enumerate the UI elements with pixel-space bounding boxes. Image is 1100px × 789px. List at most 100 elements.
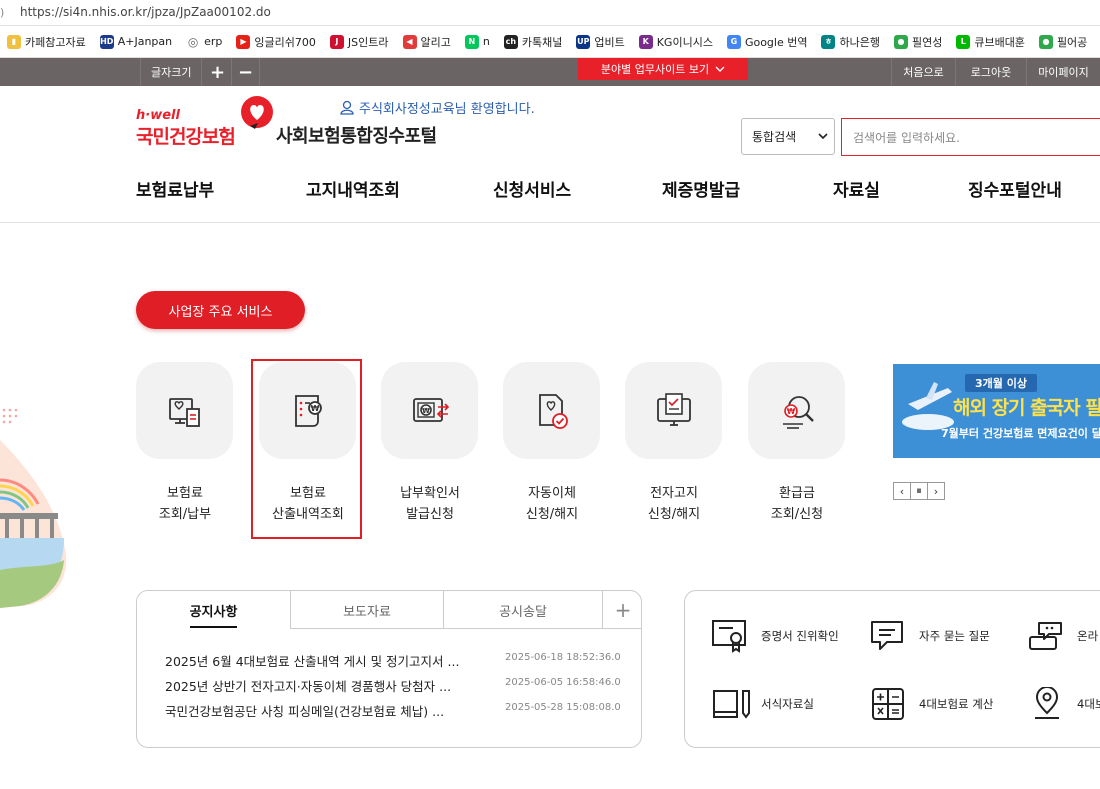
notice-row[interactable]: 2025년 상반기 전자고지·자동이체 경품행사 당첨자 ... 2025-06…: [165, 676, 635, 696]
online-consult-icon: [1029, 622, 1062, 650]
quicklink-forms[interactable]: 서식자료실: [711, 687, 814, 721]
chevron-down-icon: [818, 133, 828, 140]
svg-text:₩: ₩: [310, 404, 319, 413]
home-link[interactable]: 처음으로: [891, 58, 955, 86]
service-label-line2: 발급신청: [406, 507, 454, 522]
service-label[interactable]: 전자고지 신청/해지: [625, 483, 723, 525]
next-arrow-icon[interactable]: ›: [927, 482, 945, 500]
browser-address-bar[interactable]: ) https://si4n.nhis.or.kr/jpza/JpZaa0010…: [0, 0, 1100, 26]
banner-headline: 해외 장기 출국자 필: [953, 397, 1100, 419]
bookmark-item[interactable]: Nn: [458, 34, 497, 49]
bookmark-item[interactable]: ● 필어공: [1032, 34, 1094, 50]
service-payment-certificate[interactable]: ₩ 납부확인서발급신청: [381, 362, 479, 525]
service-icon-box[interactable]: ₩: [381, 362, 478, 459]
nav-archive[interactable]: 자료실: [833, 176, 880, 201]
tab-public-delivery[interactable]: 공시송달: [444, 591, 603, 629]
service-auto-transfer[interactable]: 자동이체 신청/해지: [503, 362, 601, 525]
notice-tabs: 공지사항 보도자료 공시송달 +: [137, 591, 641, 629]
notice-title[interactable]: 2025년 상반기 전자고지·자동이체 경품행사 당첨자 ...: [165, 676, 495, 695]
bookmark-item[interactable]: ▮ 카페참고자료: [0, 34, 93, 50]
more-plus-icon[interactable]: +: [603, 591, 641, 629]
bookmark-label: 카페참고자료: [25, 35, 86, 49]
address-url[interactable]: https://si4n.nhis.or.kr/jpza/JpZaa00102.…: [20, 5, 271, 19]
bookmark-item[interactable]: J JS인트라: [323, 34, 396, 50]
notice-row[interactable]: 2025년 6월 4대보험료 산출내역 게시 및 정기고지서 ... 2025-…: [165, 651, 635, 671]
service-icon-box[interactable]: [136, 362, 233, 459]
tab-notices-label: 공지사항: [189, 601, 238, 628]
notice-title[interactable]: 2025년 6월 4대보험료 산출내역 게시 및 정기고지서 ...: [165, 651, 495, 670]
service-label-line1: 보험료: [167, 486, 203, 501]
bookmark-item[interactable]: ㅎ 하나은행: [814, 34, 886, 50]
nav-notice-history[interactable]: 고지내역조회: [306, 176, 400, 201]
bookmark-item[interactable]: ch 카톡채널: [497, 34, 569, 50]
service-label[interactable]: 납부확인서발급신청: [381, 483, 479, 525]
quicklink-certificate-verify[interactable]: 증명서 진위확인: [711, 619, 839, 653]
pause-icon[interactable]: ⏸: [910, 482, 928, 500]
bookmark-item[interactable]: K KG이니시스: [632, 34, 720, 50]
bookmark-item[interactable]: HD A+Janpan: [93, 34, 179, 49]
nav-portal-guide[interactable]: 징수포털안내: [968, 176, 1062, 201]
quicklink-location[interactable]: 4대보: [1027, 687, 1100, 721]
bookmark-label: 카톡채널: [521, 35, 563, 49]
notice-row[interactable]: 국민건강보험공단 사칭 피싱메일(건강보험료 체납) ... 2025-05-2…: [165, 701, 635, 721]
e-notice-icon: [656, 392, 691, 426]
service-label-line1: 납부확인서: [400, 486, 460, 501]
quicklink-label: 4대보: [1077, 697, 1100, 711]
nav-application-service[interactable]: 신청서비스: [493, 176, 571, 201]
service-label[interactable]: 보험료 산출내역조회: [259, 483, 357, 525]
bookmark-item[interactable]: UP 업비트: [569, 34, 631, 50]
bookmark-item[interactable]: ◎전지: [1094, 34, 1100, 50]
search-input[interactable]: 검색어를 입력하세요.: [841, 118, 1100, 156]
portal-title: 사회보험통합징수포털: [276, 126, 437, 147]
tab-notices[interactable]: 공지사항: [137, 591, 291, 629]
font-decrease-button[interactable]: −: [232, 58, 260, 86]
folder-icon: ▮: [7, 34, 21, 49]
notice-title[interactable]: 국민건강보험공단 사칭 피싱메일(건강보험료 체납) ...: [165, 701, 495, 720]
bookmark-item[interactable]: ▶ 잉글리쉬700: [229, 34, 322, 50]
nav-certificate-issue[interactable]: 제증명발급: [662, 176, 740, 201]
service-label[interactable]: 환급금 조회/신청: [748, 483, 846, 525]
service-premium-inquiry[interactable]: 보험료 조회/납부: [136, 362, 234, 525]
bookmark-item[interactable]: G Google 번역: [720, 34, 815, 50]
prev-arrow-icon[interactable]: ‹: [893, 482, 911, 500]
bookmark-item[interactable]: L 큐브배대훈: [949, 34, 1032, 50]
business-services-button[interactable]: 사업장 주요 서비스: [136, 291, 305, 329]
service-icon-box[interactable]: [625, 362, 722, 459]
service-e-notice[interactable]: 전자고지 신청/해지: [625, 362, 723, 525]
bookmark-label: n: [482, 35, 490, 48]
form-book-icon: [713, 690, 750, 719]
service-calc-history[interactable]: ₩ 보험료 산출내역조회: [259, 362, 357, 525]
leaf-icon: ●: [1038, 34, 1053, 49]
auto-transfer-icon: [538, 393, 568, 429]
service-icon-box[interactable]: [503, 362, 600, 459]
hd-icon: HD: [99, 34, 114, 49]
search-type-value: 통합검색: [752, 130, 797, 144]
svg-text:₩: ₩: [422, 407, 430, 415]
bookmark-label: erp: [204, 35, 223, 48]
quicklink-online-consult[interactable]: 온라: [1027, 619, 1098, 653]
kg-icon: K: [638, 34, 653, 49]
font-increase-button[interactable]: +: [204, 58, 232, 86]
service-icon-box[interactable]: ₩: [259, 362, 356, 459]
bookmark-label: 필어공: [1056, 35, 1088, 49]
bookmark-item[interactable]: ◀ 알리고: [396, 34, 458, 50]
tab-press[interactable]: 보도자료: [291, 591, 444, 629]
mypage-link[interactable]: 마이페이지: [1026, 58, 1100, 86]
logout-link[interactable]: 로그아웃: [955, 58, 1026, 86]
nav-premium-payment[interactable]: 보험료납부: [136, 176, 214, 201]
bookmark-item[interactable]: ◎ erp: [179, 35, 229, 49]
upbit-icon: UP: [576, 34, 591, 49]
service-label[interactable]: 보험료 조회/납부: [136, 483, 234, 525]
search-type-select[interactable]: 통합검색: [741, 118, 835, 155]
bookmark-label: 업비트: [594, 35, 625, 49]
bookmark-item[interactable]: ● 필연성: [887, 34, 949, 50]
quicklink-premium-calc[interactable]: 4대보험료 계산: [869, 687, 993, 721]
service-icon-box[interactable]: ₩: [748, 362, 845, 459]
quicklink-faq[interactable]: 자주 묻는 질문: [869, 619, 990, 653]
service-label[interactable]: 자동이체 신청/해지: [503, 483, 601, 525]
service-refund[interactable]: ₩ 환급금 조회/신청: [748, 362, 846, 525]
bookmark-label: 잉글리쉬700: [254, 35, 316, 49]
promo-banner[interactable]: 3개월 이상 해외 장기 출국자 필 7월부터 건강보험료 면제요건이 달라: [893, 364, 1100, 458]
back-arrow-icon[interactable]: ): [0, 6, 4, 19]
business-site-dropdown[interactable]: 분야별 업무사이트 보기: [578, 58, 748, 80]
